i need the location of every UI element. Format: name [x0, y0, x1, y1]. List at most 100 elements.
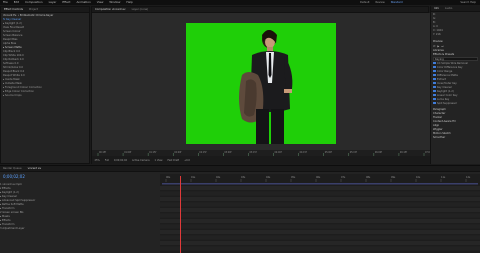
menu-bar: File Edit Composition Layer Effect Animation V… — [0, 0, 480, 5]
info-row: Y: 216 — [433, 33, 441, 36]
timeline-track[interactable] — [160, 202, 480, 207]
effect-label: Key Cleaner — [437, 86, 452, 89]
search-help[interactable]: Search Help — [460, 0, 476, 5]
effects-list: CC Simple Wire Removal Color Difference K… — [431, 61, 480, 107]
effect-label: Difference Matte — [437, 74, 458, 77]
last-frame-icon[interactable]: ⏭ — [441, 45, 443, 48]
timeline-track[interactable] — [160, 191, 480, 196]
menu-item-effect[interactable]: Effect — [59, 0, 73, 5]
comp-ruler-label: 06:15f — [400, 151, 407, 154]
timeline-layer-row[interactable]: 3 Adjustment Layer — [0, 227, 160, 231]
timeline-ruler-label: 02s — [216, 176, 221, 179]
timeline-ruler-label: 00s — [166, 176, 171, 179]
menu-item-view[interactable]: View — [94, 0, 107, 5]
layer-list: 1 vincent ev.mp4 ▾ Effects ▸ Keylight (1… — [0, 183, 160, 253]
effect-control-row[interactable]: ▸ Source Crops — [3, 94, 87, 98]
comp-footer-item-6[interactable]: +0.0 — [182, 159, 193, 162]
effect-icon — [433, 74, 436, 76]
composition-viewer[interactable] — [92, 13, 430, 150]
effect-label: Linear Color Key — [437, 94, 458, 97]
tab-effect-controls[interactable]: Effect Controls — [1, 7, 26, 13]
right-panel: Info Audio R: G: B: A: 0 X: 1024 Y: 216 Previe… — [430, 6, 480, 164]
composition-panel: Composition vincent ev Layer (none) 00:1… — [91, 6, 432, 164]
comp-ruler-label: 04:00f — [275, 151, 282, 154]
timeline-ruler-label: 06s — [316, 176, 321, 179]
timeline-ruler-label: 04s — [266, 176, 271, 179]
comp-tab-0[interactable]: Composition vincent ev — [92, 7, 129, 13]
panel-section-7[interactable]: Smoother — [433, 136, 478, 140]
effect-controls-list: Vincent Ev. • Emblematic Chroma Keyer fx … — [1, 13, 89, 99]
after-effects-window: { "menu": ["File","Edit","Composition","… — [0, 0, 480, 253]
effect-label: Keylight (1.2) — [437, 90, 454, 93]
tab-project[interactable]: Project — [26, 7, 41, 13]
comp-footer-item-2[interactable]: 0;00;02;02 — [111, 159, 129, 162]
timeline-ruler-label: 08s — [366, 176, 371, 179]
comp-ruler-label: 03:00f — [224, 151, 231, 154]
menu-item-file[interactable]: File — [0, 0, 11, 5]
comp-ruler-label: 01:00f — [124, 151, 131, 154]
timeline-ruler-label: 03s — [241, 176, 246, 179]
effect-icon — [433, 70, 436, 72]
green-screen-canvas[interactable] — [186, 23, 336, 144]
timeline-track[interactable] — [160, 219, 480, 223]
timeline-track[interactable] — [160, 224, 480, 229]
timeline-tab-1[interactable]: vincent ev — [25, 166, 45, 172]
menu-item-edit[interactable]: Edit — [11, 0, 22, 5]
timeline-panel: Render Queue vincent ev 0;00;02;02 1 vinc… — [0, 165, 480, 253]
timeline-ruler-label: 05s — [291, 176, 296, 179]
timeline-track[interactable] — [160, 186, 480, 190]
comp-footer-item-4[interactable]: 1 View — [152, 159, 165, 162]
effect-icon — [433, 62, 436, 64]
menu-item-window[interactable]: Window — [106, 0, 123, 5]
info-tab-1[interactable]: Audio — [442, 6, 455, 12]
timeline-track[interactable] — [160, 208, 480, 212]
effect-icon — [433, 66, 436, 68]
effect-label: CC Simple Wire Removal — [437, 62, 468, 65]
effect-item[interactable]: Spill Suppressor — [433, 102, 478, 106]
first-frame-icon[interactable]: ⏮ — [433, 45, 435, 48]
effect-icon — [433, 86, 436, 88]
timeline-track[interactable] — [160, 230, 480, 234]
play-icon[interactable]: ▶ — [437, 45, 439, 48]
info-readout: R: G: B: A: 0 X: 1024 Y: 216 — [431, 12, 480, 38]
comp-ruler-label: 02:15f — [199, 151, 206, 154]
comp-ruler-label: 00:15f — [99, 151, 106, 154]
timeline-ruler-label: 07s — [341, 176, 346, 179]
menu-item-help[interactable]: Help — [123, 0, 135, 5]
menu-item-layer[interactable]: Layer — [46, 0, 60, 5]
effect-label: Extract — [437, 78, 446, 81]
effect-icon — [433, 78, 436, 80]
timeline-track[interactable] — [160, 197, 480, 201]
timeline-tab-0[interactable]: Render Queue — [0, 166, 25, 172]
timeline-ruler-label: 01s — [191, 176, 196, 179]
timeline-tracks[interactable]: 00s 01s 02s 03s 04s 05s 06s 07s 08s 09s 10s 11s 12s — [160, 174, 480, 253]
effect-label: Luma Key — [437, 98, 450, 101]
comp-footer-item-1[interactable]: Full — [102, 159, 111, 162]
comp-tab-1[interactable]: Layer (none) — [129, 7, 152, 13]
timeline-ruler-label: 10s — [416, 176, 421, 179]
menu-item-animation[interactable]: Animation — [73, 0, 93, 5]
timeline-ruler-label: 12s — [466, 176, 471, 179]
comp-ruler-label: 06:00f — [375, 151, 382, 154]
timeline-track[interactable] — [160, 213, 480, 218]
work-area-bar[interactable] — [162, 183, 478, 185]
info-tab-0[interactable]: Info — [431, 6, 442, 12]
workspace-review[interactable]: Review — [372, 1, 387, 4]
current-timecode[interactable]: 0;00;02;02 — [3, 174, 25, 179]
menu-item-composition[interactable]: Composition — [22, 0, 45, 5]
comp-ruler-label: 05:15f — [350, 151, 357, 154]
workspace-standard[interactable]: Standard — [388, 1, 406, 4]
comp-footer-item-0[interactable]: 25% — [92, 159, 102, 162]
comp-ruler-label: 02:00f — [174, 151, 181, 154]
comp-ruler-label: 04:15f — [300, 151, 307, 154]
timeline-ruler-label: 11s — [441, 176, 446, 179]
timeline-track[interactable] — [160, 235, 480, 240]
timeline-track[interactable] — [160, 241, 480, 245]
workspace-default[interactable]: Default — [357, 1, 372, 4]
playhead[interactable] — [180, 176, 181, 253]
timeline-tabs: Render Queue vincent ev — [0, 166, 480, 172]
comp-footer-item-5[interactable]: Fast Draft — [165, 159, 182, 162]
comp-footer-item-3[interactable]: Active Camera — [130, 159, 153, 162]
effect-icon — [433, 98, 436, 100]
timeline-track[interactable] — [160, 246, 480, 251]
